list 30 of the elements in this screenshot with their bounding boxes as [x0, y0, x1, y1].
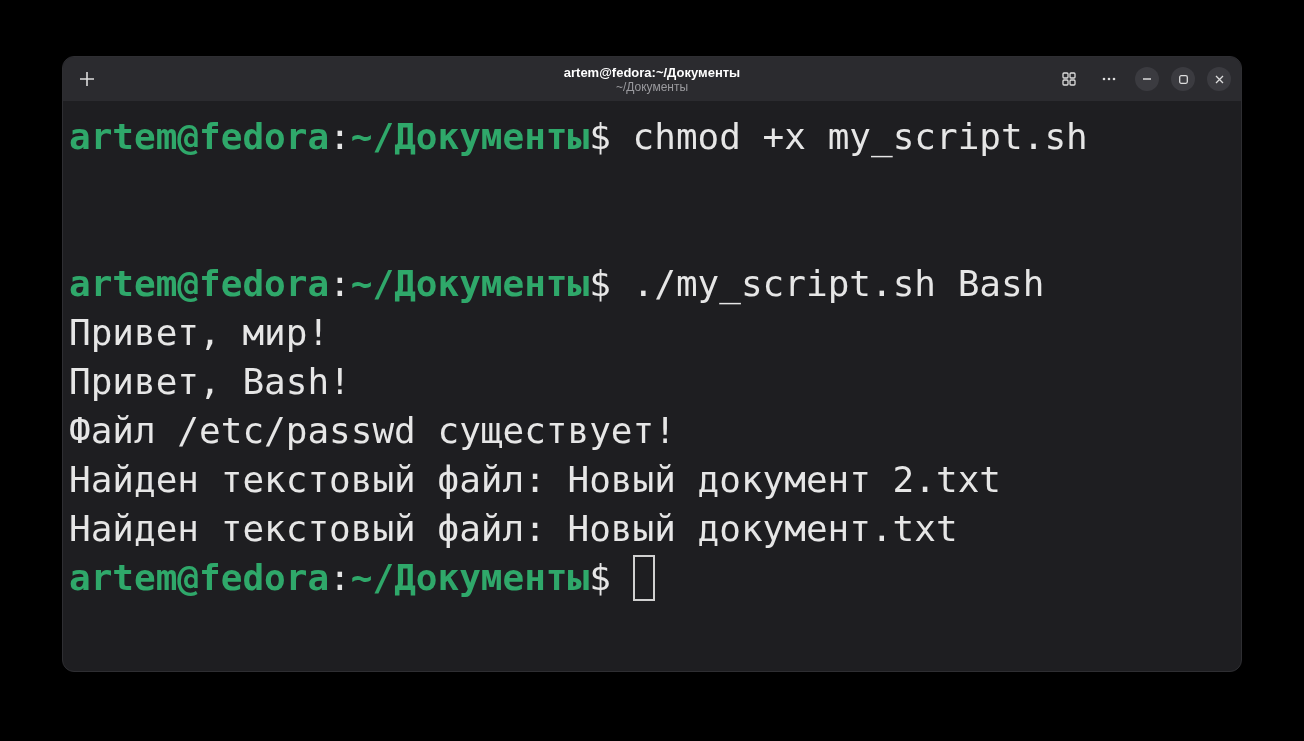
prompt-path: ~/Документы: [350, 556, 590, 600]
prompt-user: artem@fedora: [69, 115, 330, 159]
close-button[interactable]: [1207, 67, 1231, 91]
maximize-icon: [1178, 74, 1188, 84]
minimize-icon: [1143, 78, 1151, 80]
window-title: artem@fedora:~/Документы: [563, 64, 741, 80]
command-text: ./my_script.sh Bash: [631, 262, 1045, 307]
plus-icon: [80, 72, 94, 86]
output-text: Привет, Bash!: [69, 360, 351, 404]
prompt-separator: :: [329, 262, 351, 306]
prompt-path: ~/Документы: [350, 115, 590, 159]
prompt-user: artem@fedora: [69, 262, 330, 306]
maximize-button[interactable]: [1171, 67, 1195, 91]
output-text: Найден текстовый файл: Новый документ.txt: [69, 507, 958, 551]
prompt-user: artem@fedora: [69, 556, 330, 600]
output-text: Найден текстовый файл: Новый документ 2.txt: [69, 458, 1001, 502]
prompt-separator: :: [329, 556, 351, 600]
minimize-button[interactable]: [1135, 67, 1159, 91]
output-text: Привет, мир!: [69, 311, 330, 355]
output-text: Файл /etc/passwd существует!: [69, 409, 676, 453]
prompt-path: ~/Документы: [350, 262, 590, 306]
prompt-separator: :: [329, 115, 351, 159]
prompt-symbol: $: [589, 115, 611, 159]
command-text: chmod +x my_script.sh: [631, 115, 1088, 160]
prompt-symbol: $: [589, 262, 611, 306]
prompt-symbol: $: [589, 556, 611, 600]
grid-icon: [1062, 72, 1076, 86]
window-subtitle: ~/Документы: [615, 79, 689, 94]
close-icon: [1214, 74, 1224, 84]
more-icon: [1102, 77, 1116, 81]
